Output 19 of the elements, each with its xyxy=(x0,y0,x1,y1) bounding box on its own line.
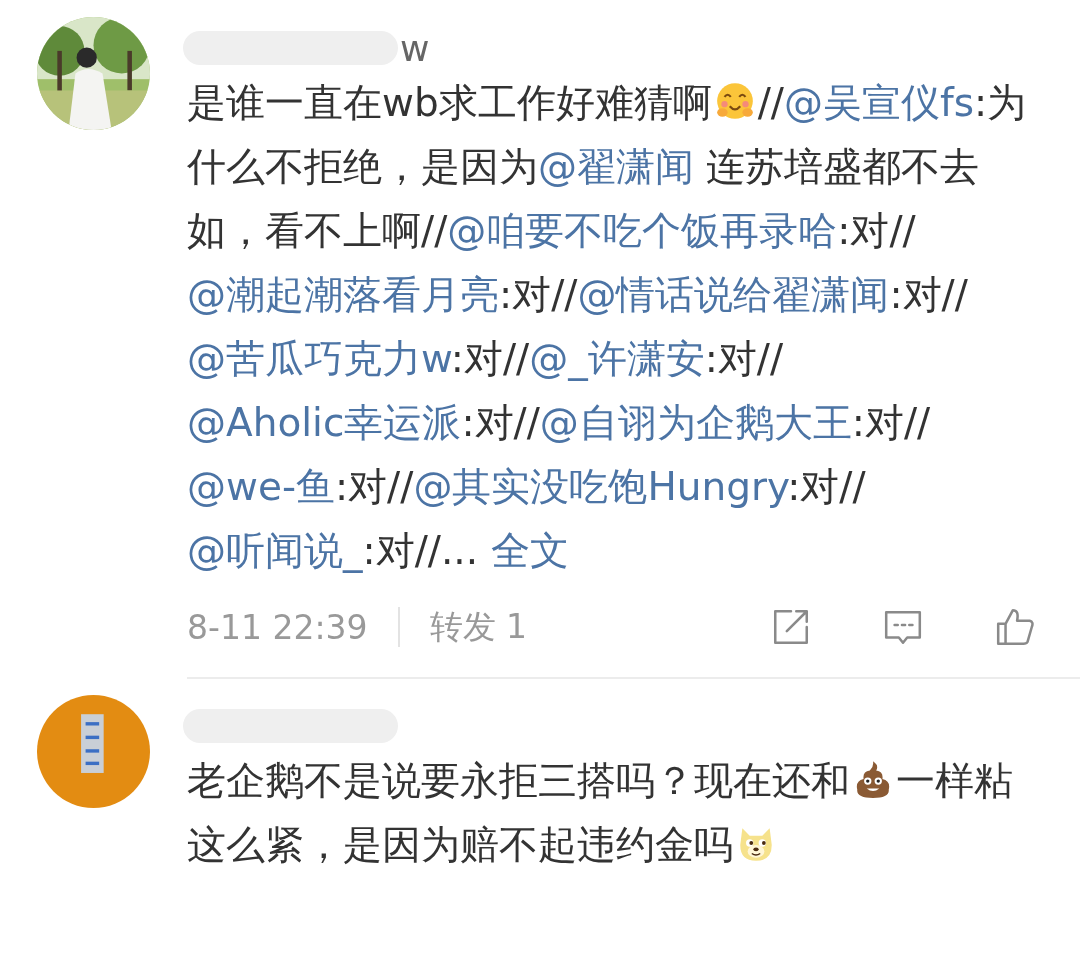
mention-link[interactable]: @_许潇安 xyxy=(529,336,705,381)
timestamp: 8-11 22:39 xyxy=(187,607,368,647)
mention-link[interactable]: @自诩为企鹅大王 xyxy=(539,400,852,445)
thumbs-up-icon[interactable] xyxy=(994,606,1036,648)
full-text-link[interactable]: 全文 xyxy=(490,528,569,573)
comment-text: 是谁一直在wb求工作好难猜啊 //@吴宣仪fs:为什么不拒绝，是因为@翟潇闻 连苏培盛都不去如，看不上啊//@咱要不吃个饭再录哈:对// @潮起潮落看月亮:对//@情话说给翟潇闻:对// @苦瓜巧克力w:对//@_许潇安:对// @Aholic幸运派:对//@自诩为企鹅大王:对// @we-鱼:对//@其实没吃饱Hungry:对// @听闻说_:对//... 全文 xyxy=(187,79,1028,575)
mention-link[interactable]: @潮起潮落看月亮 xyxy=(187,272,499,317)
repost-count[interactable]: 转发 1 xyxy=(429,604,527,650)
mention-link[interactable]: @we-鱼 xyxy=(187,464,335,509)
mention-link[interactable]: @翟潇闻 xyxy=(538,144,694,189)
mention-link[interactable]: @听闻说_ xyxy=(187,528,363,573)
mention-link[interactable]: @吴宣仪fs xyxy=(783,80,974,125)
username[interactable]: w xyxy=(400,27,430,69)
mention-link[interactable]: @情话说给翟潇闻 xyxy=(577,272,890,317)
mention-link[interactable]: @咱要不吃个饭再录哈 xyxy=(447,208,838,253)
comment-text: 老企鹅不是说要永拒三搭吗？现在还和 一样粘这么紧，是因为赔不起违约金吗 xyxy=(187,757,1014,869)
mention-link[interactable]: @苦瓜巧克力w xyxy=(187,336,451,381)
mention-link[interactable]: @Aholic幸运派 xyxy=(187,400,462,445)
mention-link[interactable]: @其实没吃饱Hungry xyxy=(413,464,788,509)
